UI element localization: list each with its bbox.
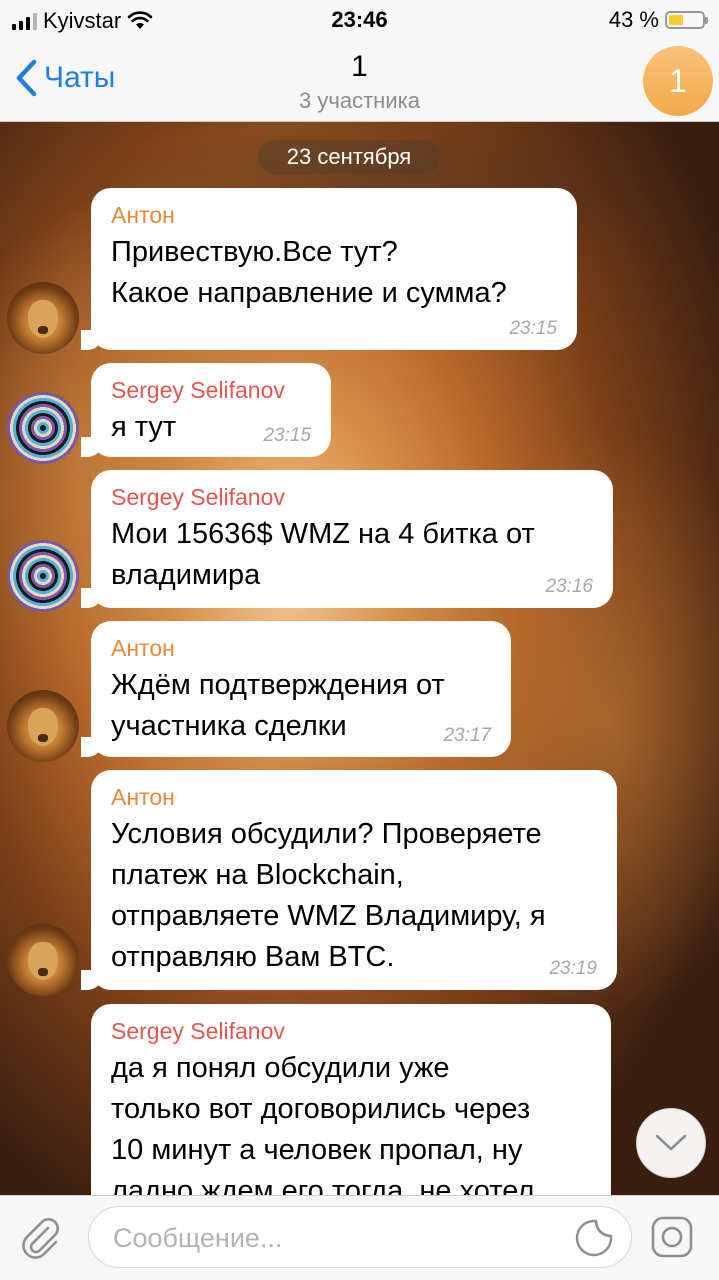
message-time: 23:15 bbox=[263, 425, 311, 446]
message-time: 23:15 bbox=[509, 318, 557, 339]
message-text: да я понял обсудили уже только вот догов… bbox=[111, 1052, 535, 1195]
sender-name: Sergey Selifanov bbox=[111, 484, 285, 510]
message-time: 23:16 bbox=[545, 576, 593, 597]
sticker-icon bbox=[575, 1219, 613, 1257]
lion-avatar-icon[interactable] bbox=[7, 924, 79, 996]
sender-name: Sergey Selifanov bbox=[111, 377, 285, 403]
sender-name: Антон bbox=[111, 635, 175, 661]
message-input-field[interactable] bbox=[88, 1206, 632, 1269]
lion-avatar-icon[interactable] bbox=[7, 282, 79, 354]
attach-button[interactable] bbox=[18, 1216, 64, 1262]
camera-icon bbox=[651, 1216, 693, 1258]
message-text: Условия обсудили? Проверяете платеж на B… bbox=[111, 818, 546, 973]
message-time: 23:19 bbox=[549, 958, 597, 979]
sender-name: Sergey Selifanov bbox=[111, 1018, 285, 1044]
lion-avatar-icon[interactable] bbox=[7, 690, 79, 762]
message-time: 23:17 bbox=[443, 725, 491, 746]
message-bubble[interactable]: Антон Условия обсудили? Проверяете плате… bbox=[81, 770, 617, 990]
chat-title[interactable]: 1 bbox=[0, 50, 719, 84]
message-bubble[interactable]: Антон Привествую.Все тут? Какое направле… bbox=[81, 188, 577, 350]
chat-area[interactable]: 23 сентября Антон Привествую.Все тут? Ка… bbox=[0, 122, 719, 1195]
group-avatar[interactable]: 1 bbox=[643, 46, 713, 116]
status-bar: Kyivstar 23:46 43 % bbox=[0, 0, 719, 40]
message-bubble[interactable]: Антон Ждём подтверждения от участника сд… bbox=[81, 621, 511, 757]
camera-button[interactable] bbox=[649, 1214, 695, 1260]
message-input[interactable] bbox=[111, 1207, 565, 1269]
paperclip-icon bbox=[22, 1218, 59, 1259]
message-bubble[interactable]: Sergey Selifanov да я понял обсудили уже… bbox=[91, 1004, 611, 1195]
chevron-down-icon bbox=[655, 1134, 687, 1151]
message-text: Привествую.Все тут? Какое направление и … bbox=[111, 236, 507, 309]
date-separator: 23 сентября bbox=[258, 140, 440, 174]
message-input-bar bbox=[0, 1195, 719, 1280]
hypno-avatar-icon[interactable] bbox=[7, 392, 79, 464]
chat-header: Чаты 1 3 участника 1 bbox=[0, 40, 719, 122]
battery-icon bbox=[665, 11, 708, 29]
sender-name: Антон bbox=[111, 202, 175, 228]
sender-name: Антон bbox=[111, 784, 175, 810]
scroll-to-bottom-button[interactable] bbox=[636, 1108, 706, 1178]
hypno-avatar-icon[interactable] bbox=[7, 540, 79, 612]
participants-count: 3 участника bbox=[299, 88, 420, 113]
message-text: Ждём подтверждения от участника сделки bbox=[111, 669, 445, 742]
message-bubble[interactable]: Sergey Selifanov я тут 23:15 bbox=[81, 363, 331, 457]
sticker-button[interactable] bbox=[575, 1219, 613, 1257]
battery-status: 43 % bbox=[608, 7, 708, 33]
battery-percent: 43 % bbox=[608, 7, 659, 32]
message-bubble[interactable]: Sergey Selifanov Мои 15636$ WMZ на 4 бит… bbox=[81, 470, 613, 608]
message-text: Мои 15636$ WMZ на 4 битка от владимира bbox=[111, 518, 535, 591]
